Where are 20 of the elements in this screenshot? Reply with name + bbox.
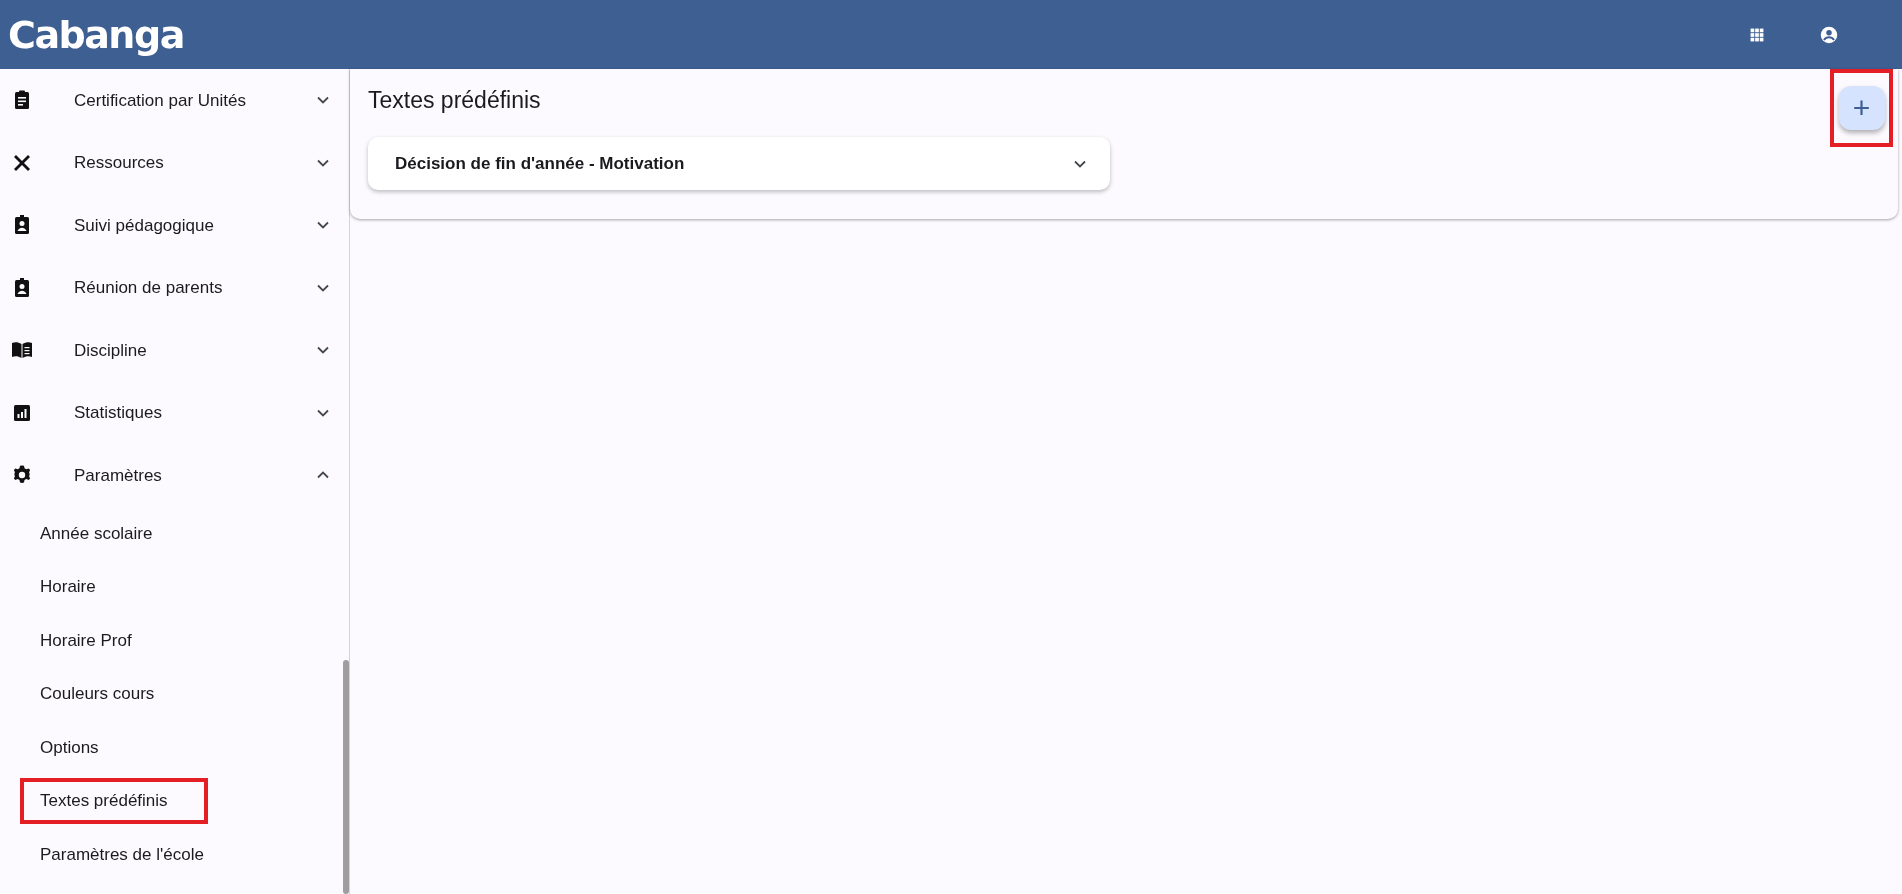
page-title: Textes prédéfinis xyxy=(368,87,541,115)
sidebar-item[interactable]: Paramètres xyxy=(74,462,315,488)
sidebar-subitem[interactable]: Textes prédéfinis xyxy=(20,778,208,824)
sidebar-item[interactable]: Ressources xyxy=(74,150,315,176)
accordion-panel[interactable]: Décision de fin d'année - Motivation xyxy=(368,137,1110,190)
sidebar-item[interactable]: Suivi pédagogique xyxy=(74,212,315,238)
logo: Cabanga xyxy=(8,15,184,54)
sidebar-subitem[interactable]: Horaire Prof xyxy=(20,617,172,663)
sidebar-subitem[interactable]: Paramètres de l'école xyxy=(20,831,244,877)
sidebar-subitem[interactable]: Options xyxy=(20,724,139,770)
sidebar-item[interactable]: Discipline xyxy=(74,337,315,363)
sidebar-item[interactable]: Statistiques xyxy=(74,400,315,426)
sidebar-item[interactable]: Réunion de parents xyxy=(74,275,315,301)
sidebar-subitem[interactable]: Horaire xyxy=(20,564,136,610)
add-button[interactable]: + xyxy=(1838,86,1885,130)
panel-title: Décision de fin d'année - Motivation xyxy=(395,152,686,175)
scrollbar[interactable] xyxy=(343,660,349,894)
sidebar-item[interactable]: Certification par Unités xyxy=(74,87,315,113)
sidebar-subitem[interactable]: Couleurs cours xyxy=(20,671,195,717)
sidebar-subitem[interactable]: Année scolaire xyxy=(20,510,193,556)
